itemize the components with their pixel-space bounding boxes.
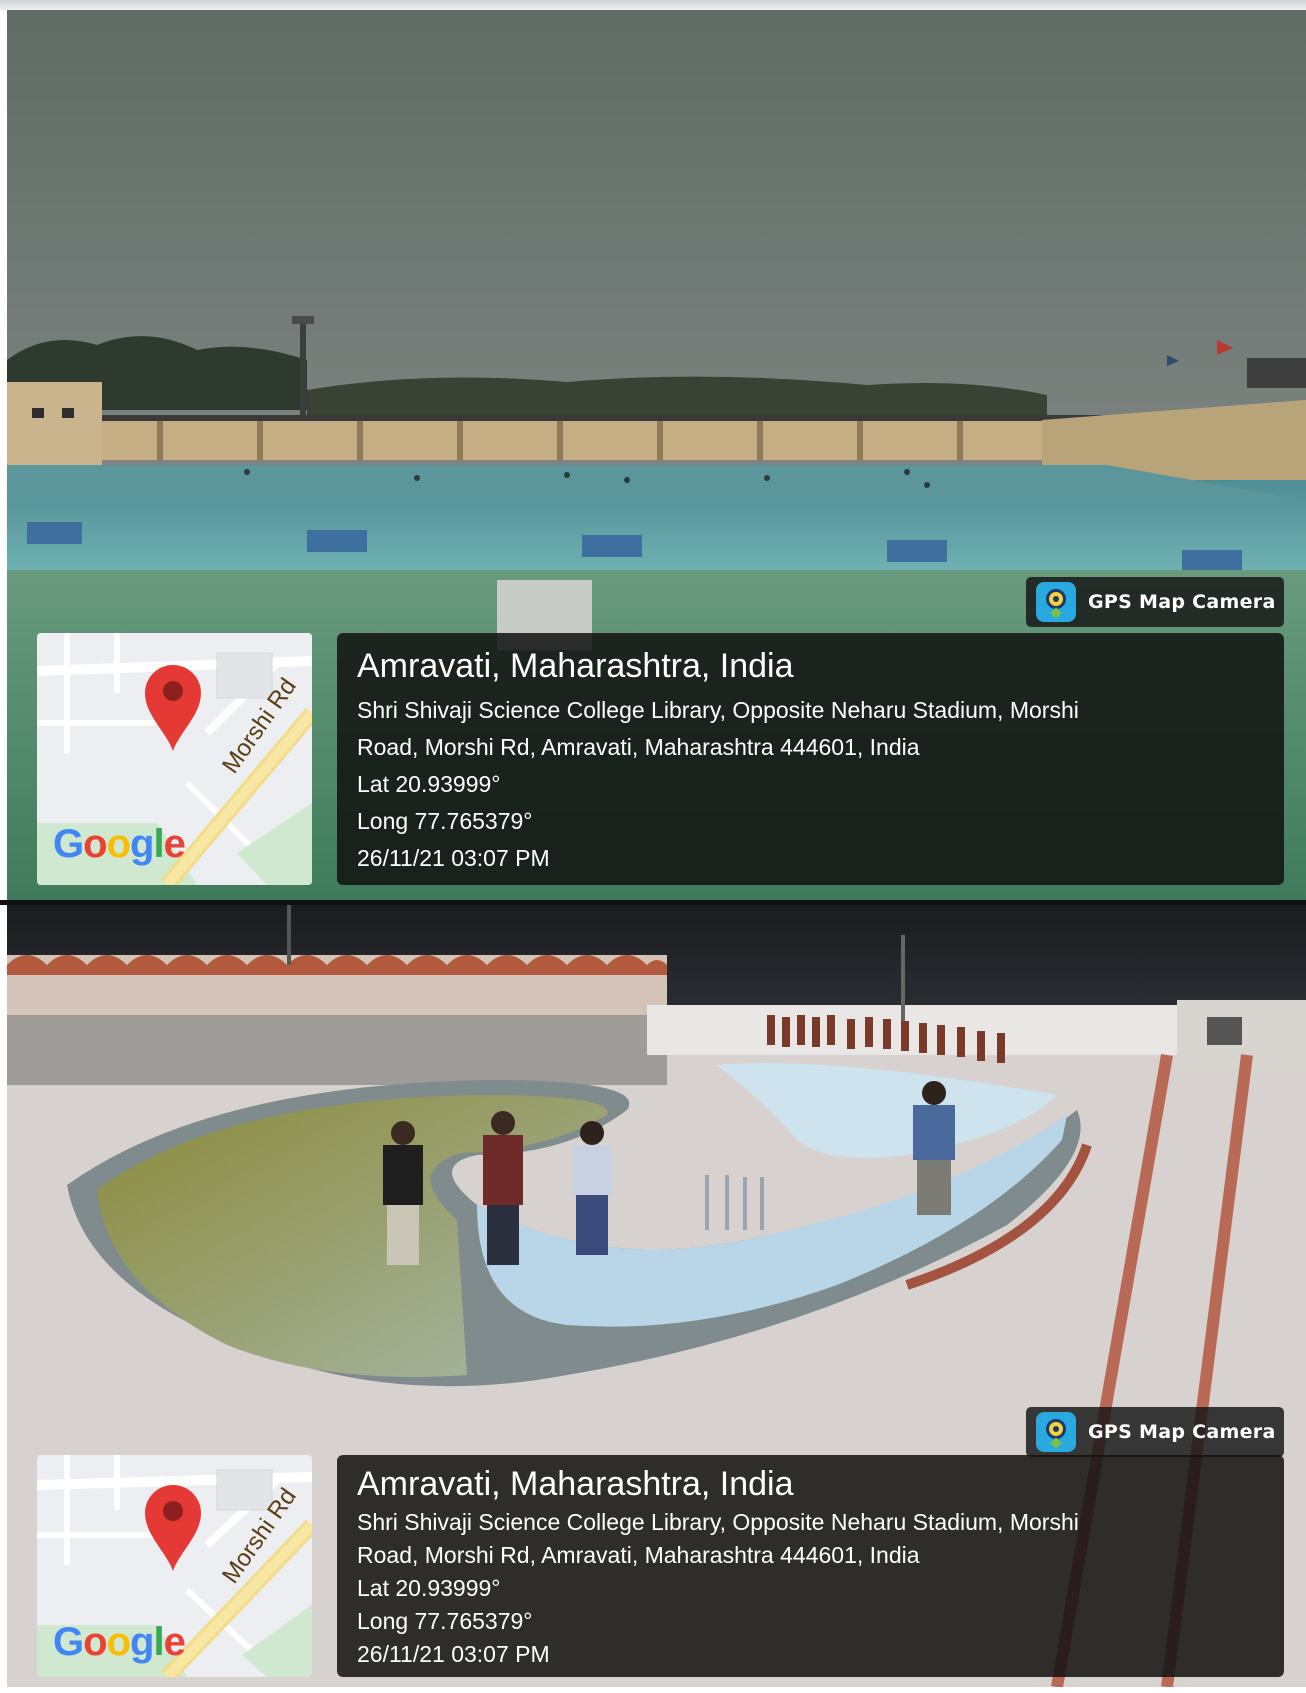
map-thumbnail[interactable]: Morshi Rd Google (37, 633, 312, 885)
google-logo: Google (53, 1620, 186, 1664)
gps-map-camera-icon (1036, 582, 1076, 622)
latitude: Lat 20.93999° (357, 1575, 501, 1601)
map-thumbnail[interactable]: Morshi Rd Google (37, 1455, 312, 1677)
location-title: Amravati, Maharashtra, India (357, 1465, 794, 1503)
location-info-panel: Amravati, Maharashtra, India Shri Shivaj… (337, 633, 1284, 885)
badge-label: GPS Map Camera (1088, 1421, 1276, 1443)
datetime: 26/11/21 03:07 PM (357, 845, 550, 871)
badge-label: GPS Map Camera (1088, 591, 1276, 613)
screen-top-strip (0, 0, 1306, 10)
map-pin-icon (143, 663, 203, 753)
gps-map-camera-badge: GPS Map Camera (1026, 577, 1284, 627)
latitude: Lat 20.93999° (357, 771, 501, 797)
google-logo: Google (53, 822, 186, 866)
longitude: Long 77.765379° (357, 808, 533, 834)
address-line-1: Shri Shivaji Science College Library, Op… (357, 1509, 1079, 1535)
map-pin-icon (143, 1483, 203, 1573)
datetime: 26/11/21 03:07 PM (357, 1641, 550, 1667)
address-line-1: Shri Shivaji Science College Library, Op… (357, 697, 1079, 723)
longitude: Long 77.765379° (357, 1608, 533, 1634)
gps-map-camera-icon (1036, 1412, 1076, 1452)
location-info-panel: Amravati, Maharashtra, India Shri Shivaj… (337, 1455, 1284, 1677)
gps-map-camera-badge: GPS Map Camera (1026, 1407, 1284, 1457)
address-line-2: Road, Morshi Rd, Amravati, Maharashtra 4… (357, 1542, 920, 1568)
location-title: Amravati, Maharashtra, India (357, 647, 794, 685)
address-line-2: Road, Morshi Rd, Amravati, Maharashtra 4… (357, 734, 920, 760)
